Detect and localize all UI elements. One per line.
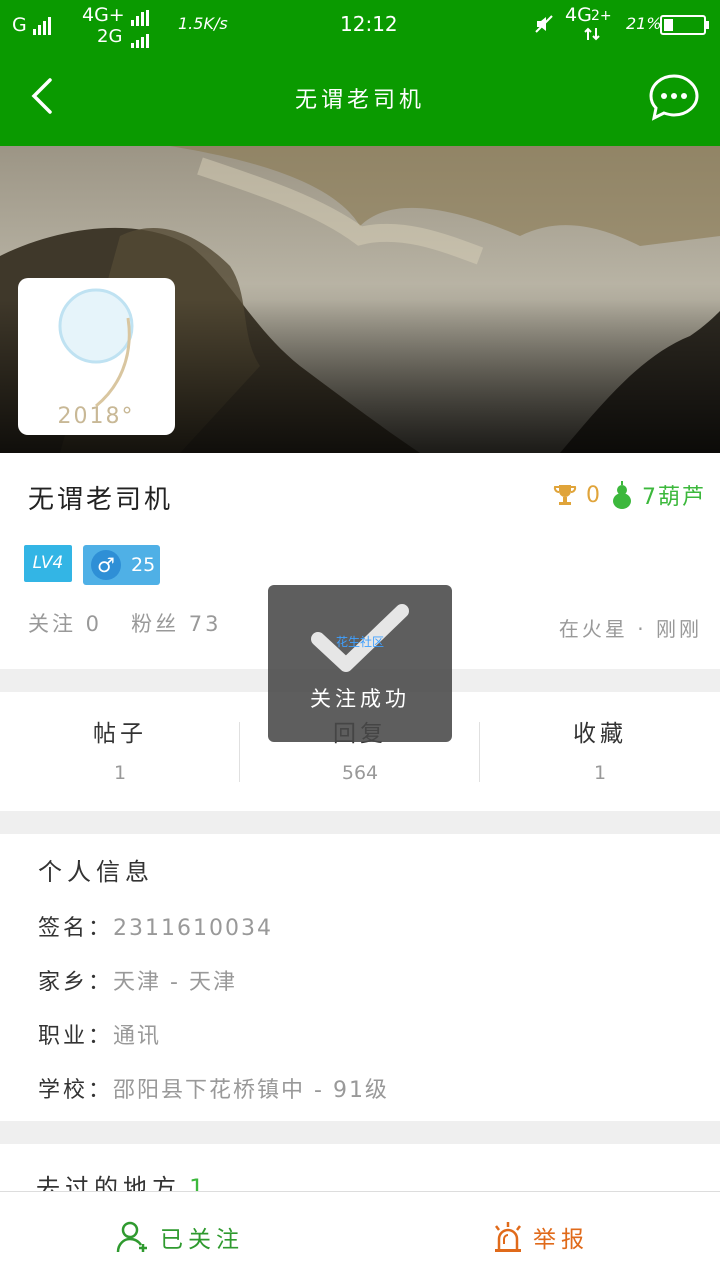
fans-link[interactable]: 粉丝 73 xyxy=(131,612,221,636)
network-type-sup: 2+ xyxy=(591,8,612,24)
signal-icon xyxy=(131,29,151,48)
info-row-signature: 签名：2311610034 xyxy=(38,910,273,942)
username: 无谓老司机 xyxy=(28,485,174,515)
stat-label: 收藏 xyxy=(573,721,627,747)
gender-age-badge: ♂ 25 xyxy=(83,545,160,585)
location-time: 在火星 · 刚刚 xyxy=(558,617,702,641)
report-label: 举报 xyxy=(533,1226,589,1253)
trophy-stat[interactable]: 0 xyxy=(552,481,600,509)
toast-notification: 花生社区 关注成功 xyxy=(268,585,452,742)
status-bar: G 4G+ 2G 1.5K/s 12:12 4G 2+ 21% xyxy=(0,0,720,48)
data-arrows-icon xyxy=(583,26,601,46)
stat-label: 帖子 xyxy=(93,721,147,747)
info-key: 家乡： xyxy=(38,970,114,995)
info-row-hometown: 家乡：天津 - 天津 xyxy=(38,964,237,996)
info-row-occupation: 职业：通讯 xyxy=(38,1018,161,1050)
stat-value: 1 xyxy=(593,762,607,784)
page-title: 无谓老司机 xyxy=(294,88,425,113)
trophy-icon xyxy=(553,485,577,505)
gourd-stat[interactable]: 7葫芦 xyxy=(610,481,706,510)
info-value: 通讯 xyxy=(113,1024,162,1049)
following-link[interactable]: 关注 0 xyxy=(28,612,102,636)
trophy-count: 0 xyxy=(586,482,600,508)
stat-value: 564 xyxy=(341,762,379,784)
toast-message: 关注成功 xyxy=(310,687,410,711)
network-speed: 1.5K/s xyxy=(178,14,228,33)
battery-icon xyxy=(660,14,710,40)
info-key: 学校： xyxy=(38,1078,114,1103)
section-title: 个人信息 xyxy=(38,858,154,886)
stat-posts[interactable]: 帖子 1 xyxy=(0,692,240,811)
avatar[interactable]: 2018° xyxy=(18,278,175,435)
bottom-action-bar: 已关注 举报 xyxy=(0,1191,720,1280)
info-value: 天津 - 天津 xyxy=(113,970,237,995)
gourd-count: 7葫芦 xyxy=(642,485,706,510)
mute-icon xyxy=(534,14,554,38)
clock: 12:12 xyxy=(340,12,398,36)
toast-watermark: 花生社区 xyxy=(335,635,384,649)
report-button[interactable]: 举报 xyxy=(360,1192,720,1280)
chat-bubble-icon xyxy=(649,74,699,121)
info-row-school: 学校：邵阳县下花桥镇中 - 91级 xyxy=(38,1072,389,1104)
age: 25 xyxy=(131,554,156,576)
gourd-icon xyxy=(613,481,631,509)
male-icon: ♂ xyxy=(91,550,121,580)
personal-info-section: 个人信息 签名：2311610034 家乡：天津 - 天津 职业：通讯 学校：邵… xyxy=(0,834,720,1121)
stat-favorites[interactable]: 收藏 1 xyxy=(480,692,720,811)
carrier-label: G xyxy=(12,14,27,36)
network-type-label: 4G+ xyxy=(82,4,125,26)
signal-icon xyxy=(131,7,151,26)
stat-value: 1 xyxy=(113,762,127,784)
level-badge: LV4 xyxy=(24,545,72,582)
info-value: 邵阳县下花桥镇中 - 91级 xyxy=(113,1078,389,1103)
alarm-icon xyxy=(495,1221,521,1252)
network-type-label: 2G xyxy=(97,26,123,47)
battery-percent: 21% xyxy=(626,14,662,33)
signal-icon xyxy=(33,16,53,35)
user-followed-icon xyxy=(116,1221,147,1252)
info-key: 签名： xyxy=(38,916,114,941)
followed-label: 已关注 xyxy=(160,1226,244,1253)
info-key: 职业： xyxy=(38,1024,114,1049)
network-type-label: 4G xyxy=(565,4,592,26)
app-header: 无谓老司机 xyxy=(0,48,720,146)
followed-button[interactable]: 已关注 xyxy=(0,1192,360,1280)
avatar-year-text: 2018° xyxy=(58,404,135,429)
follow-stats: 关注 0 粉丝 73 xyxy=(28,608,221,638)
info-value: 2311610034 xyxy=(113,916,273,941)
chat-button[interactable] xyxy=(648,72,700,124)
